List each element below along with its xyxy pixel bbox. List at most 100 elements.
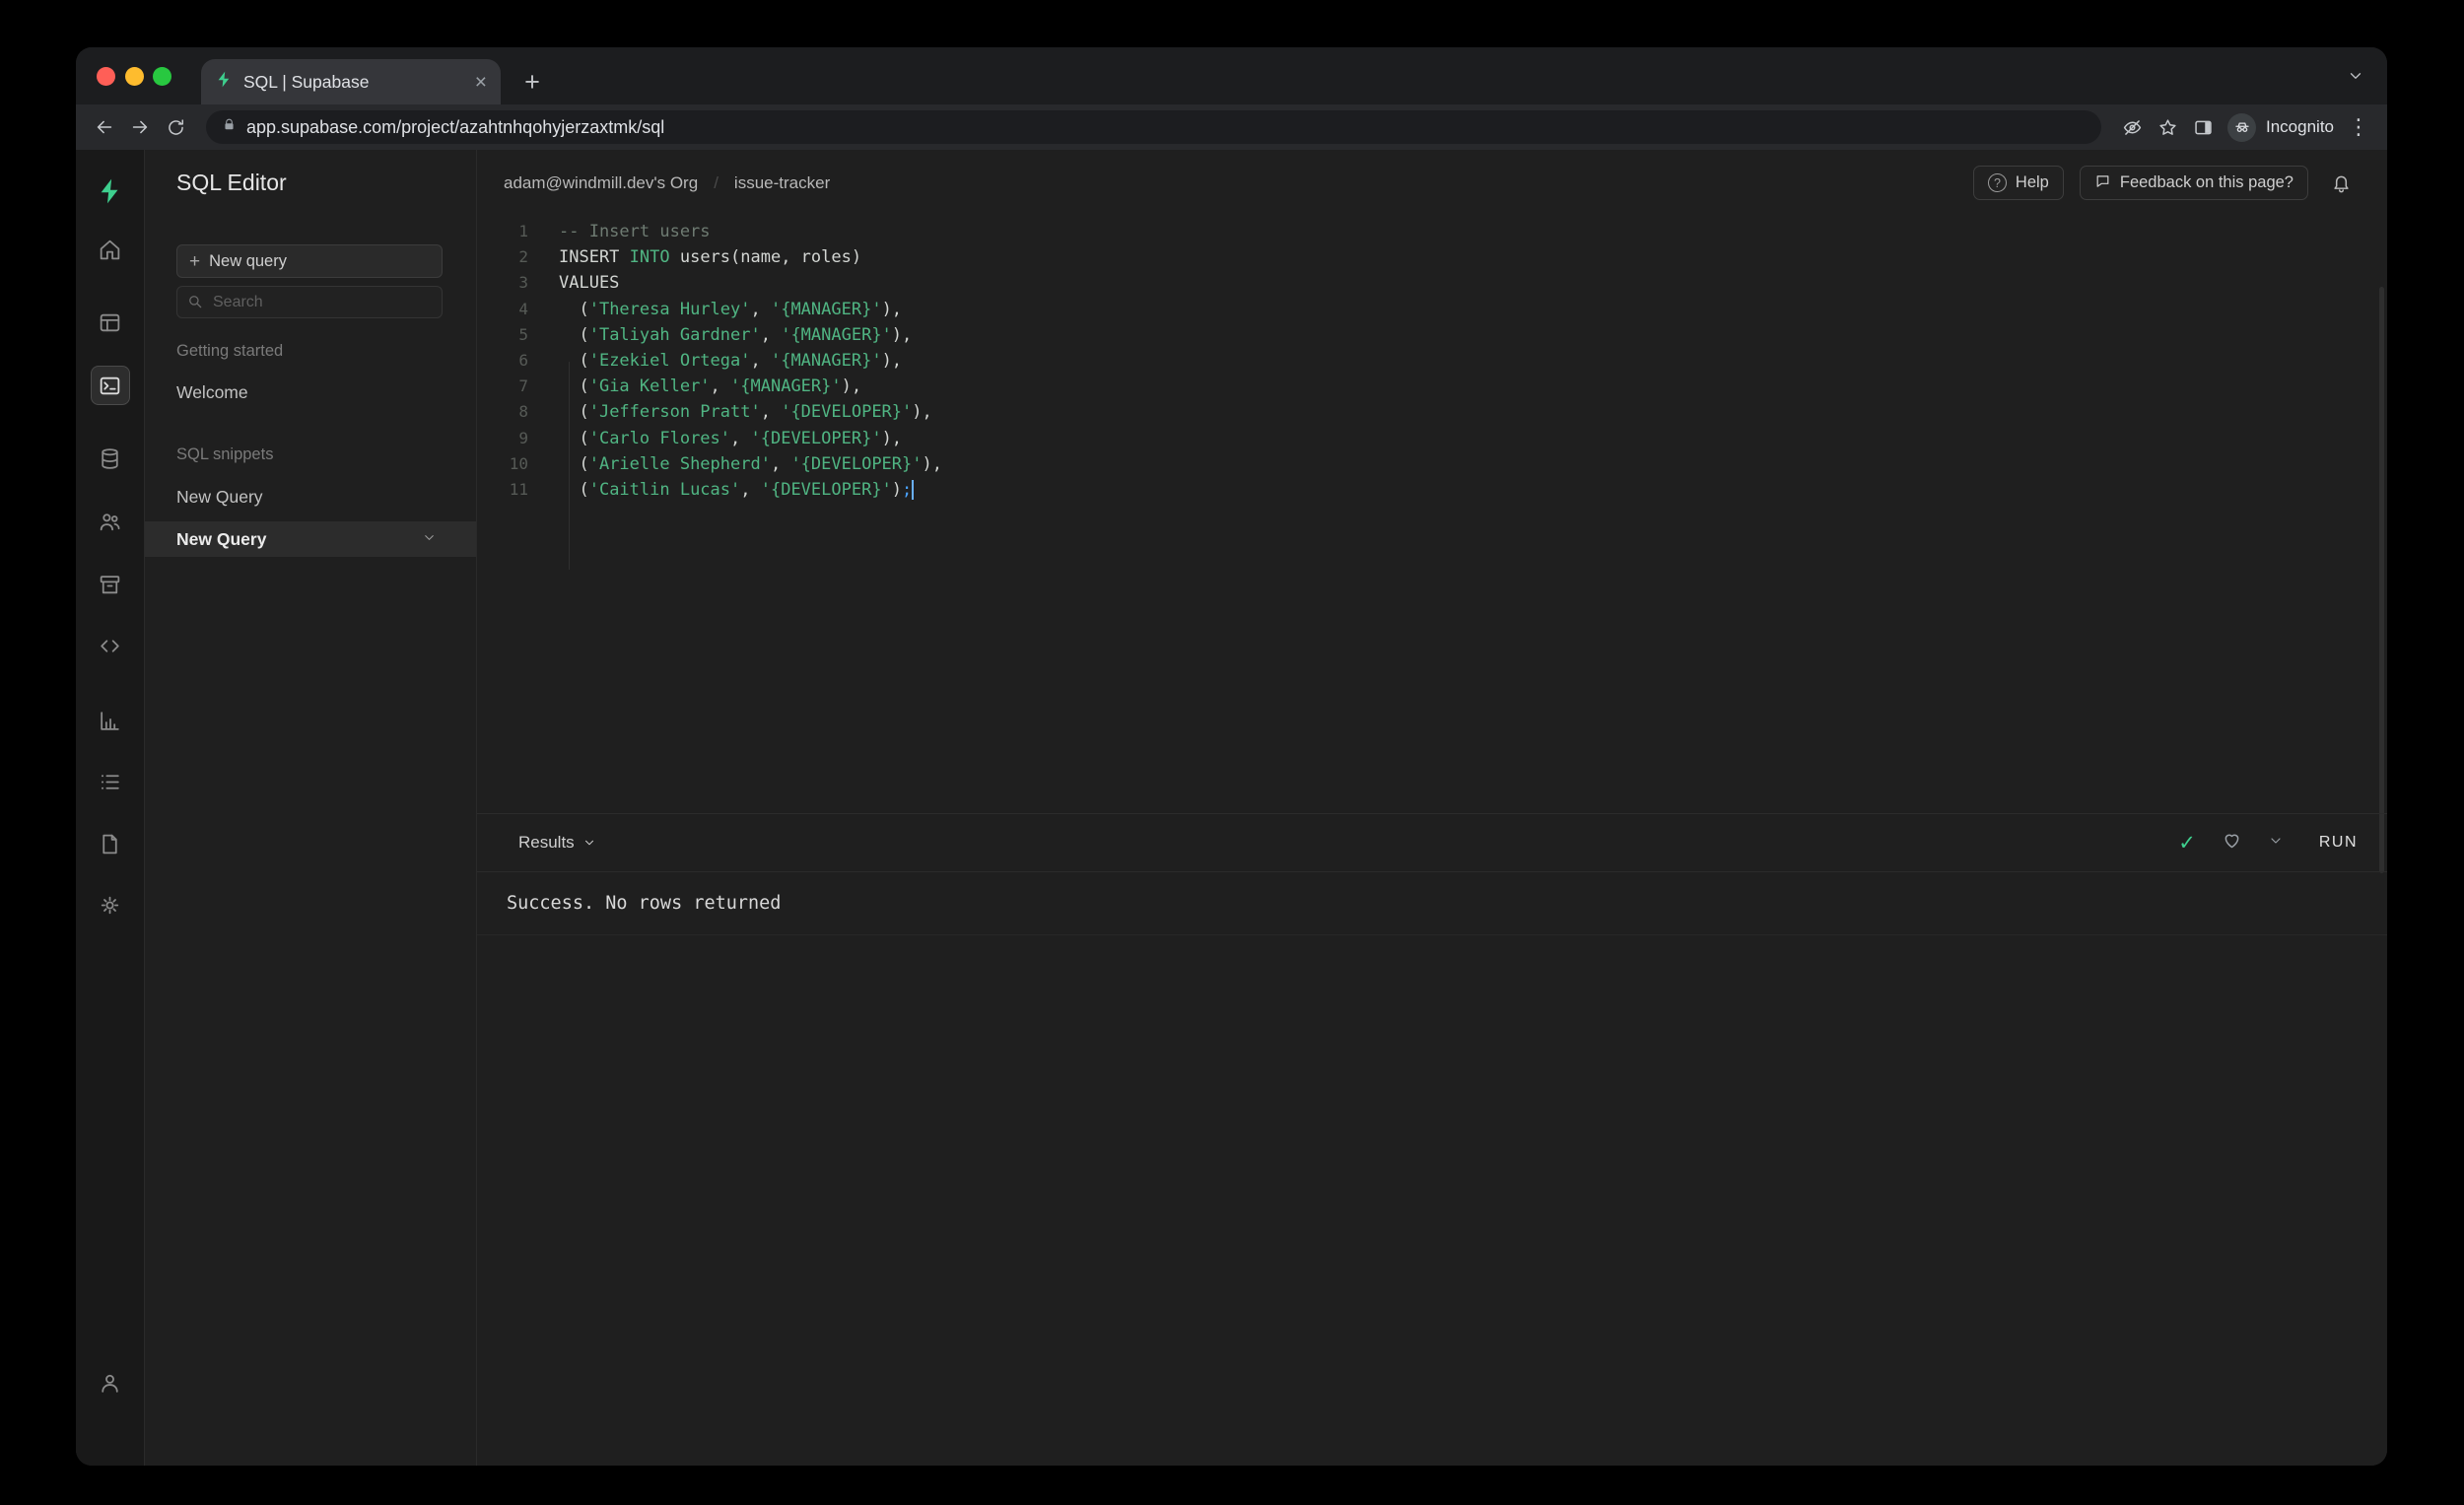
chevron-down-icon[interactable] <box>422 529 437 550</box>
browser-window: SQL | Supabase × + app.supabase.com/proj… <box>76 47 2387 1466</box>
line-number: 3 <box>518 273 528 293</box>
sidebar-title: SQL Editor <box>176 170 287 195</box>
results-actions: ✓ RUN <box>2178 830 2358 855</box>
breadcrumb-org[interactable]: adam@windmill.dev's Org <box>504 173 698 193</box>
window-minimize-button[interactable] <box>125 67 144 86</box>
header-actions: ? Help Feedback on this page? <box>1972 166 2358 200</box>
code-line[interactable]: 10 ('Arielle Shepherd', '{DEVELOPER}'), <box>477 451 2387 477</box>
result-message: Success. No rows returned <box>507 893 782 914</box>
browser-tab[interactable]: SQL | Supabase × <box>201 59 501 104</box>
line-number: 4 <box>518 299 528 318</box>
query-result-output: Success. No rows returned <box>477 872 2387 935</box>
api-docs-icon[interactable] <box>91 824 130 863</box>
code-line[interactable]: 5 ('Taliyah Gardner', '{MANAGER}'), <box>477 322 2387 348</box>
tab-close-icon[interactable]: × <box>475 72 487 93</box>
main-panel: adam@windmill.dev's Org / issue-tracker … <box>477 150 2387 1466</box>
code-line[interactable]: 1 -- Insert users <box>477 219 2387 244</box>
code-line[interactable]: 4 ('Theresa Hurley', '{MANAGER}'), <box>477 297 2387 322</box>
search-icon <box>186 293 204 315</box>
feedback-button[interactable]: Feedback on this page? <box>2079 166 2308 200</box>
help-button[interactable]: ? Help <box>1972 166 2064 200</box>
code-line[interactable]: 9 ('Carlo Flores', '{DEVELOPER}'), <box>477 426 2387 451</box>
address-bar[interactable]: app.supabase.com/project/azahtnhqohyjerz… <box>206 110 2101 144</box>
breadcrumb-separator: / <box>714 172 719 192</box>
back-button[interactable] <box>90 112 119 142</box>
sql-editor-icon[interactable] <box>90 366 130 405</box>
results-dropdown[interactable]: Results <box>518 833 596 853</box>
incognito-spy-icon <box>2227 112 2256 142</box>
tab-search-chevron-icon[interactable] <box>2347 67 2364 90</box>
line-number: 5 <box>518 324 528 344</box>
code-line[interactable]: 11 ('Caitlin Lucas', '{DEVELOPER}'); <box>477 477 2387 503</box>
code-line[interactable]: 6 ('Ezekiel Ortega', '{MANAGER}'), <box>477 348 2387 374</box>
table-editor-icon[interactable] <box>91 303 130 342</box>
supabase-logo-icon[interactable] <box>91 171 130 211</box>
feedback-button-label: Feedback on this page? <box>2119 173 2293 191</box>
indent-guide <box>569 362 570 570</box>
database-icon[interactable] <box>91 439 130 478</box>
browser-menu-icon[interactable]: ⋮ <box>2344 112 2373 142</box>
window-zoom-button[interactable] <box>153 67 171 86</box>
authentication-icon[interactable] <box>91 502 130 541</box>
https-lock-icon[interactable] <box>222 117 237 137</box>
breadcrumb-bar: adam@windmill.dev's Org / issue-tracker … <box>477 150 2387 216</box>
eye-off-icon[interactable] <box>2117 112 2147 142</box>
account-icon[interactable] <box>91 1363 130 1402</box>
new-query-button-label: New query <box>209 251 287 270</box>
line-number: 10 <box>509 453 528 473</box>
new-tab-button[interactable]: + <box>515 65 549 99</box>
code-line[interactable]: 7 ('Gia Keller', '{MANAGER}'), <box>477 374 2387 399</box>
forward-button[interactable] <box>125 112 155 142</box>
search-box <box>176 286 443 318</box>
home-icon[interactable] <box>91 230 130 269</box>
window-close-button[interactable] <box>97 67 115 86</box>
line-number: 11 <box>509 479 528 499</box>
plus-icon: + <box>189 250 201 272</box>
sql-snippets-section-label: SQL snippets <box>176 445 274 463</box>
code-line[interactable]: 2 INSERT INTO users(name, roles) <box>477 244 2387 270</box>
storage-icon[interactable] <box>91 565 130 604</box>
line-number: 6 <box>518 350 528 370</box>
browser-toolbar: app.supabase.com/project/azahtnhqohyjerz… <box>76 104 2387 150</box>
notifications-bell-icon[interactable] <box>2324 167 2358 200</box>
url-text[interactable]: app.supabase.com/project/azahtnhqohyjerz… <box>246 117 664 138</box>
reload-button[interactable] <box>161 112 190 142</box>
sql-editor-sidebar: SQL Editor + New query Getting started W… <box>145 150 477 1466</box>
editor-scrollbar[interactable] <box>2379 287 2384 873</box>
bookmark-star-icon[interactable] <box>2153 112 2182 142</box>
tab-title: SQL | Supabase <box>243 71 370 92</box>
run-options-chevron-icon[interactable] <box>2268 833 2284 854</box>
code-line[interactable]: 3 VALUES <box>477 270 2387 296</box>
line-number: 8 <box>518 402 528 422</box>
code-line[interactable]: 8 ('Jefferson Pratt', '{DEVELOPER}'), <box>477 399 2387 425</box>
project-settings-icon[interactable] <box>91 885 130 924</box>
sidebar-item-welcome[interactable]: Welcome <box>176 382 248 403</box>
help-question-icon: ? <box>1987 173 2007 192</box>
chat-bubble-icon <box>2094 172 2111 194</box>
line-number: 7 <box>518 376 528 396</box>
favorite-heart-icon[interactable] <box>2222 830 2242 855</box>
edge-functions-icon[interactable] <box>91 626 130 665</box>
results-label: Results <box>518 833 575 852</box>
new-query-button[interactable]: + New query <box>176 244 443 278</box>
success-check-icon: ✓ <box>2178 831 2196 855</box>
line-number: 9 <box>518 428 528 447</box>
sidebar-item-new-query-1[interactable]: New Query <box>176 487 263 508</box>
supabase-favicon-icon <box>215 70 234 94</box>
side-panel-icon[interactable] <box>2188 112 2218 142</box>
line-number: 1 <box>518 222 528 240</box>
supabase-app: SQL Editor + New query Getting started W… <box>76 150 2387 1466</box>
selected-query-label: New Query <box>176 528 267 549</box>
incognito-badge[interactable]: Incognito <box>2227 112 2334 142</box>
search-input[interactable] <box>176 286 443 318</box>
line-number: 2 <box>518 247 528 267</box>
breadcrumb-project[interactable]: issue-tracker <box>734 173 830 193</box>
run-button[interactable]: RUN <box>2309 834 2358 852</box>
help-button-label: Help <box>2015 173 2049 191</box>
logs-icon[interactable] <box>91 762 130 801</box>
reports-icon[interactable] <box>91 701 130 740</box>
sql-code-editor[interactable]: 1 -- Insert users 2 INSERT INTO users(name,… <box>477 216 2387 873</box>
results-toolbar: Results ✓ RUN <box>477 813 2387 872</box>
sidebar-item-new-query-2-selected[interactable]: New Query <box>145 521 476 557</box>
results-chevron-icon <box>584 840 593 846</box>
